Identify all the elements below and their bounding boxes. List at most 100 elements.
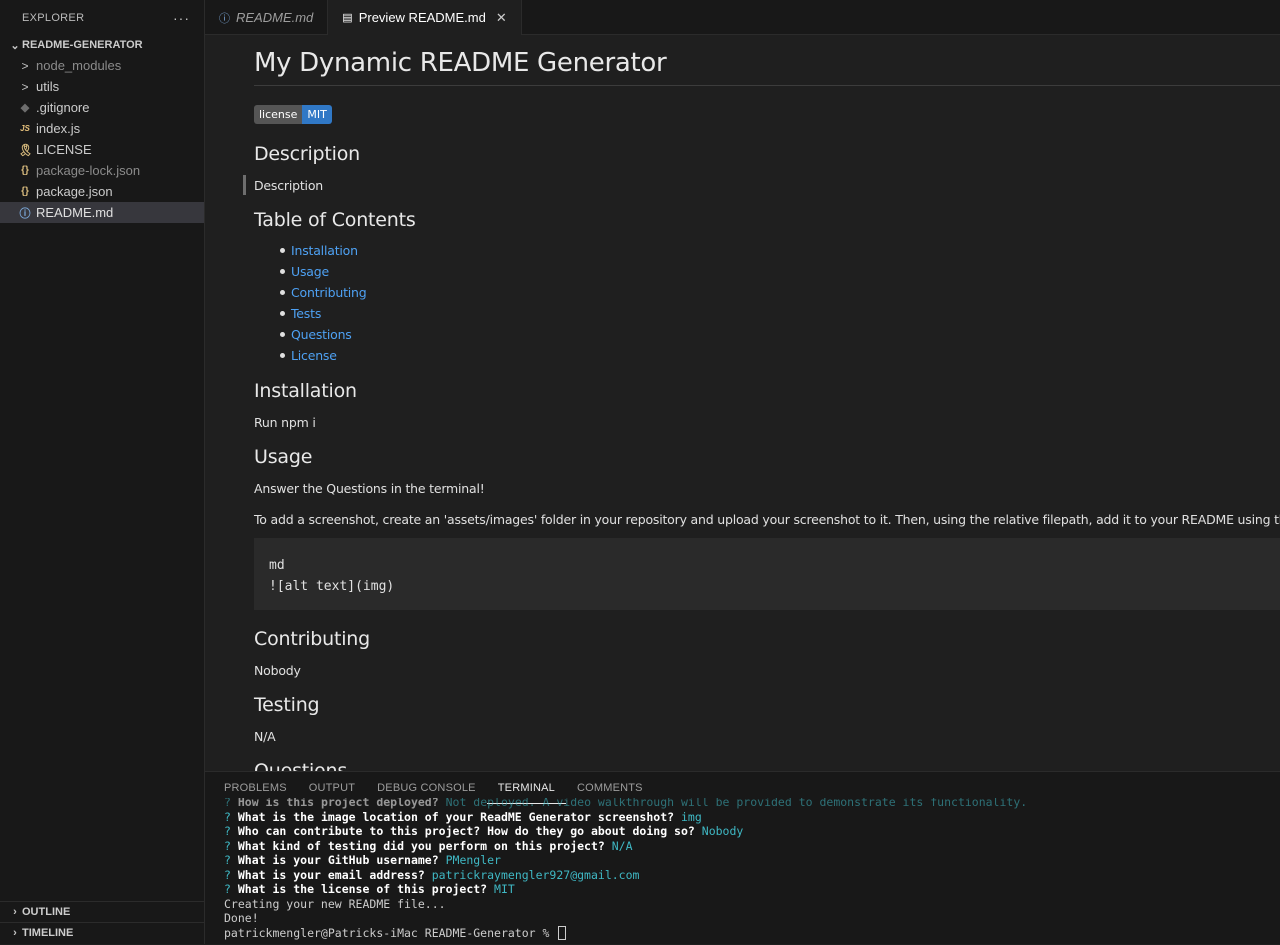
question-mark-icon: ? [224, 853, 238, 867]
terminal-answer: PMengler [445, 853, 501, 867]
close-icon[interactable]: ✕ [496, 10, 507, 26]
contributing-text: Nobody [254, 663, 301, 678]
terminal-prompt[interactable]: patrickmengler@Patricks-iMac README-Gene… [224, 926, 1280, 940]
toc-link-tests[interactable]: Tests [274, 303, 367, 324]
terminal-question: What is your GitHub username? [237, 853, 439, 867]
testing-heading: Testing [254, 694, 320, 716]
terminal-line: Creating your new README file... [224, 896, 446, 911]
bottom-panel: PROBLEMS OUTPUT DEBUG CONSOLE TERMINAL COMME… [205, 771, 1280, 944]
info-icon: ⓘ [19, 207, 31, 220]
file-item-package-json[interactable]: {} package.json [0, 181, 204, 202]
explorer-header: EXPLORER ··· [0, 0, 204, 35]
file-label: LICENSE [36, 142, 92, 157]
badge-value: MIT [302, 105, 332, 124]
file-label: package-lock.json [36, 163, 141, 178]
terminal-answer: MIT [494, 882, 515, 896]
preview-icon: ▤ [342, 12, 353, 24]
outline-section[interactable]: › OUTLINE [0, 901, 205, 922]
file-item-license[interactable]: 🎗 LICENSE [0, 139, 204, 160]
installation-heading: Installation [254, 380, 357, 402]
markdown-preview: My Dynamic README Generator license MIT … [205, 35, 1280, 771]
license-icon: 🎗 [18, 142, 34, 157]
terminal-line: ? Who can contribute to this project? Ho… [224, 824, 1280, 839]
file-item--gitignore[interactable]: ◆ .gitignore [0, 97, 204, 118]
code-line: ![alt text](img) [269, 579, 395, 594]
json-icon: {} [21, 165, 29, 176]
file-item-readme-md[interactable]: ⓘ README.md [0, 202, 204, 223]
terminal-line: ? How is this project deployed? Not depl… [224, 798, 1028, 809]
file-item-index-js[interactable]: JS index.js [0, 118, 204, 139]
file-item-node-modules[interactable]: > node_modules [0, 55, 204, 76]
table-of-contents: Installation Usage Contributing Tests Questi… [274, 240, 367, 366]
contributing-heading: Contributing [254, 628, 371, 650]
terminal-line: ? What is the image location of your Rea… [224, 810, 1280, 825]
terminal-line: Done! [224, 911, 259, 925]
question-mark-icon: ? [224, 809, 238, 824]
explorer-sidebar: EXPLORER ··· ⌄ README-GENERATOR > node_mo… [0, 0, 205, 944]
file-label: index.js [36, 121, 81, 136]
tab-readme-md[interactable]: ⓘ README.md [205, 0, 329, 35]
terminal[interactable]: ? How is this project deployed? Not depl… [224, 798, 1280, 945]
terminal-cursor [558, 926, 567, 940]
toc-link-license[interactable]: License [274, 345, 367, 366]
toc-link-questions[interactable]: Questions [274, 324, 367, 345]
info-icon: ⓘ [219, 12, 230, 25]
code-line: md [269, 558, 285, 573]
question-mark-icon: ? [224, 882, 238, 896]
timeline-section[interactable]: › TIMELINE [0, 922, 205, 943]
javascript-icon: JS [20, 124, 30, 133]
terminal-answer: N/A [611, 838, 633, 853]
questions-heading: Questions [254, 760, 348, 771]
file-label: node_modules [36, 58, 122, 73]
page-title: My Dynamic README Generator [254, 48, 1280, 86]
chevron-down-icon: ⌄ [10, 39, 20, 52]
explorer-title: EXPLORER [22, 11, 85, 24]
terminal-answer: patrickraymengler927@gmail.com [431, 867, 640, 882]
terminal-question: What kind of testing did you perform on … [237, 838, 605, 853]
terminal-question: What is the license of this project? [237, 882, 488, 896]
file-label: .gitignore [36, 100, 90, 115]
terminal-qa-lines: ? What is the image location of your Rea… [224, 810, 1280, 897]
toc-link-installation[interactable]: Installation [274, 240, 367, 261]
tab-label: Preview README.md [358, 10, 486, 25]
usage-screenshot-text: To add a screenshot, create an 'assets/i… [254, 512, 1280, 527]
terminal-question: What is your email address? [237, 867, 425, 882]
description-text: Description [254, 178, 323, 193]
timeline-label: TIMELINE [22, 927, 74, 939]
json-icon: {} [21, 186, 29, 197]
folder-label: README-GENERATOR [22, 39, 143, 51]
badge-label: license [254, 105, 303, 124]
usage-heading: Usage [254, 446, 313, 468]
file-label: package.json [36, 184, 113, 199]
terminal-line: ? What kind of testing did you perform o… [224, 839, 1280, 854]
file-item-utils[interactable]: > utils [0, 76, 204, 97]
question-mark-icon: ? [224, 838, 238, 853]
blockquote-bar [243, 175, 246, 195]
question-mark-icon: ? [224, 867, 238, 882]
chevron-right-icon: › [13, 906, 17, 918]
installation-text: Run npm i [254, 415, 316, 430]
tab-label: README.md [236, 10, 314, 25]
terminal-line: ? What is your GitHub username? PMengler [224, 853, 1280, 868]
chevron-right-icon: > [21, 79, 29, 94]
folder-readme-generator[interactable]: ⌄ README-GENERATOR [0, 35, 204, 55]
more-actions-icon[interactable]: ··· [173, 10, 190, 26]
testing-text: N/A [254, 729, 276, 744]
toc-link-contributing[interactable]: Contributing [274, 282, 367, 303]
file-item-package-lock-json[interactable]: {} package-lock.json [0, 160, 204, 181]
description-heading: Description [254, 143, 361, 165]
chevron-right-icon: › [13, 927, 17, 939]
file-tree: > node_modules > utils ◆ .gitignore JS index.js… [0, 55, 204, 223]
editor-tabs: ⓘ README.md ▤ Preview README.md ✕ [205, 0, 1280, 35]
terminal-question: Who can contribute to this project? How … [237, 824, 695, 838]
terminal-answer: Nobody [701, 824, 744, 838]
toc-heading: Table of Contents [254, 209, 416, 231]
terminal-answer: img [680, 809, 702, 824]
toc-link-usage[interactable]: Usage [274, 261, 367, 282]
git-icon: ◆ [20, 102, 30, 114]
usage-text: Answer the Questions in the terminal! [254, 481, 485, 496]
terminal-line: ? What is the license of this project? M… [224, 882, 1280, 897]
terminal-line: ? What is your email address? patrickray… [224, 868, 1280, 883]
code-block: md ![alt text](img) [254, 538, 1280, 610]
tab-preview-readme[interactable]: ▤ Preview README.md ✕ [328, 0, 522, 35]
